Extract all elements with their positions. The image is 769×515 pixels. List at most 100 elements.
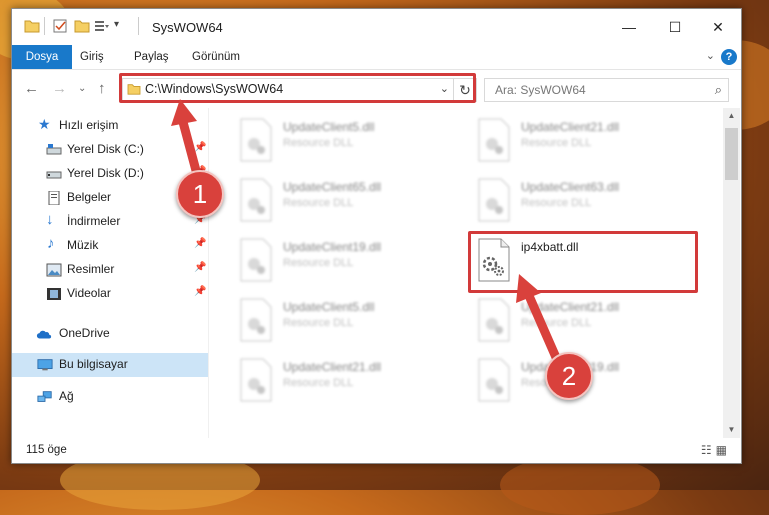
sidebar-item-disk-c[interactable]: Yerel Disk (C:) 📌	[12, 138, 208, 162]
sidebar-item-onedrive[interactable]: OneDrive	[12, 322, 208, 346]
sidebar-item-label: Belgeler	[67, 190, 112, 204]
file-type: Resource DLL	[283, 377, 354, 389]
dll-file-icon	[240, 358, 272, 402]
videos-icon	[47, 288, 61, 300]
pin-icon[interactable]: 📌	[194, 142, 206, 153]
file-highlight-box	[468, 231, 698, 293]
minimize-button[interactable]: —	[606, 13, 652, 41]
music-icon: ♪	[47, 235, 55, 252]
pictures-icon	[46, 263, 62, 277]
file-name: UpdateClient63.dll	[521, 180, 620, 194]
file-name: UpdateClient65.dll	[283, 180, 382, 194]
sidebar-item-quick-access[interactable]: ★ Hızlı erişim	[12, 114, 208, 138]
new-folder-icon[interactable]	[74, 19, 90, 33]
sidebar-item-label: Bu bilgisayar	[59, 357, 128, 371]
properties-icon[interactable]	[52, 19, 68, 33]
ribbon-tabs: Dosya Giriş Paylaş Görünüm ⌄ ?	[12, 45, 741, 69]
file-type: Resource DLL	[283, 197, 354, 209]
dll-file-icon	[478, 118, 510, 162]
file-name: UpdateClient21.dll	[521, 300, 620, 314]
tab-view[interactable]: Görünüm	[182, 45, 250, 69]
recent-locations-icon[interactable]: ⌄	[78, 83, 86, 94]
file-item[interactable]: UpdateClient21.dll Resource DLL	[475, 296, 705, 346]
network-icon	[37, 391, 52, 402]
file-item[interactable]: UpdateClient63.dll Resource DLL	[475, 176, 705, 226]
sidebar-item-music[interactable]: ♪ Müzik 📌	[12, 234, 208, 258]
sidebar-item-label: Müzik	[67, 238, 99, 252]
up-arrow-icon[interactable]: ↑	[98, 80, 106, 97]
sidebar-item-pictures[interactable]: Resimler 📌	[12, 258, 208, 282]
scroll-up-icon[interactable]: ▲	[723, 108, 740, 124]
tab-home[interactable]: Giriş	[70, 45, 114, 69]
file-type: Resource DLL	[521, 197, 592, 209]
file-type: Resource DLL	[283, 137, 354, 149]
pin-icon[interactable]: 📌	[194, 262, 206, 273]
tab-share[interactable]: Paylaş	[124, 45, 179, 69]
title-bar: ▾ SysWOW64 — ☐ ✕	[12, 9, 741, 45]
file-type: Resource DLL	[521, 317, 592, 329]
vertical-scrollbar[interactable]: ▲ ▼	[723, 108, 740, 438]
file-name: UpdateClient21.dll	[283, 360, 382, 374]
customize-icon[interactable]	[94, 19, 110, 33]
dll-file-icon	[240, 118, 272, 162]
expand-ribbon-icon[interactable]: ⌄	[706, 49, 715, 62]
dll-file-icon	[478, 298, 510, 342]
file-name: UpdateClient5.dll	[283, 300, 375, 314]
step-badge-2: 2	[545, 352, 593, 400]
file-name: UpdateClient5.dll	[283, 120, 375, 134]
file-item[interactable]: UpdateClient19.dll Resource DLL	[237, 236, 467, 286]
drive-icon	[46, 144, 62, 155]
item-count: 115 öge	[26, 444, 67, 456]
tab-file[interactable]: Dosya	[12, 45, 72, 69]
address-highlight-box	[119, 73, 476, 103]
dll-file-icon	[240, 238, 272, 282]
dll-file-icon	[478, 178, 510, 222]
sidebar-item-network[interactable]: Ağ	[12, 385, 208, 409]
search-box[interactable]: Ara: SysWOW64 ⌕	[484, 78, 729, 102]
dll-file-icon	[240, 178, 272, 222]
search-placeholder: Ara: SysWOW64	[495, 83, 586, 97]
sidebar-item-videos[interactable]: Videolar 📌	[12, 282, 208, 306]
help-icon[interactable]: ?	[721, 49, 737, 65]
pin-icon[interactable]: 📌	[194, 238, 206, 249]
scroll-thumb[interactable]	[725, 128, 738, 180]
maximize-button[interactable]: ☐	[652, 13, 698, 41]
back-arrow-icon[interactable]: ←	[24, 80, 39, 97]
file-item[interactable]: UpdateClient21.dll Resource DLL	[475, 116, 705, 166]
status-bar: 115 öge ☷▦	[12, 438, 741, 463]
close-button[interactable]: ✕	[695, 13, 741, 41]
view-toggle-icons[interactable]: ☷▦	[701, 443, 731, 457]
search-icon: ⌕	[714, 82, 722, 97]
quick-access-dropdown-icon[interactable]: ▾	[114, 19, 119, 30]
sidebar-item-label: Yerel Disk (C:)	[67, 142, 144, 156]
divider	[44, 17, 45, 35]
file-item[interactable]: UpdateClient5.dll Resource DLL	[237, 116, 467, 166]
file-type: Resource DLL	[283, 317, 354, 329]
navigation-pane: ★ Hızlı erişim Yerel Disk (C:) 📌 Yerel D…	[12, 108, 208, 438]
file-item[interactable]: UpdateClient5.dll Resource DLL	[237, 296, 467, 346]
sidebar-item-downloads[interactable]: ↓ İndirmeler 📌	[12, 210, 208, 234]
cloud-icon	[36, 330, 52, 339]
scroll-down-icon[interactable]: ▼	[723, 422, 740, 438]
sidebar-item-label: İndirmeler	[67, 214, 121, 228]
sidebar-item-label: Hızlı erişim	[59, 118, 119, 132]
sidebar-item-label: OneDrive	[59, 326, 110, 340]
file-name: UpdateClient21.dll	[521, 120, 620, 134]
documents-icon	[48, 191, 60, 205]
star-icon: ★	[38, 116, 51, 132]
computer-icon	[37, 359, 53, 371]
forward-arrow-icon[interactable]: →	[52, 80, 67, 97]
sidebar-item-label: Ağ	[59, 389, 74, 403]
download-icon: ↓	[46, 211, 54, 228]
step-badge-1: 1	[176, 170, 224, 218]
sidebar-item-label: Videolar	[67, 286, 111, 300]
file-item[interactable]: UpdateClient65.dll Resource DLL	[237, 176, 467, 226]
sidebar-item-label: Yerel Disk (D:)	[67, 166, 144, 180]
file-item[interactable]: UpdateClient21.dll Resource DLL	[237, 356, 467, 406]
divider	[138, 17, 139, 35]
pin-icon[interactable]: 📌	[194, 286, 206, 297]
drive-icon	[46, 171, 62, 179]
sidebar-item-label: Resimler	[67, 262, 115, 276]
sidebar-item-this-pc[interactable]: Bu bilgisayar	[12, 353, 208, 377]
dll-file-icon	[478, 358, 510, 402]
